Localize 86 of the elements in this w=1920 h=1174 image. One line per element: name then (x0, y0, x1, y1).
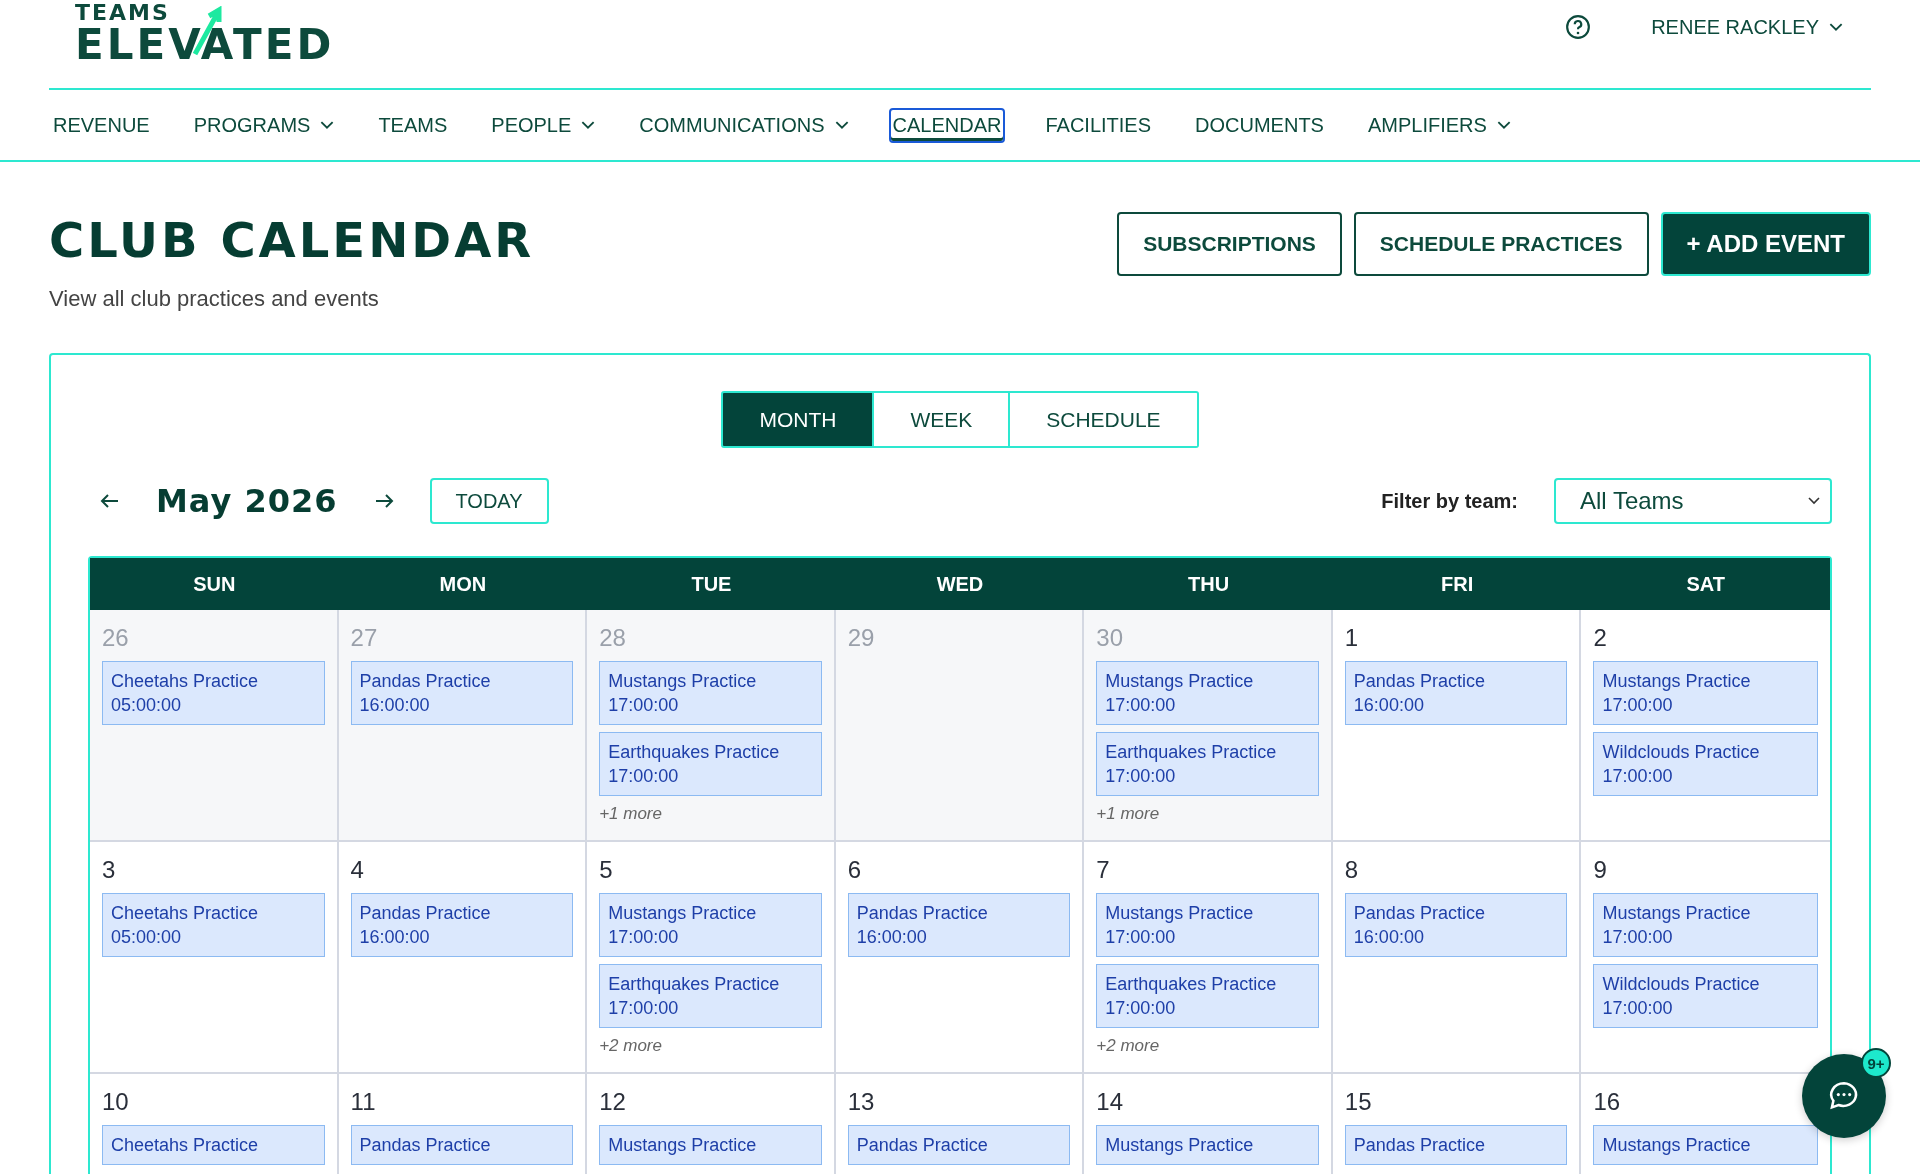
previous-arrow-icon[interactable] (100, 493, 120, 509)
event-chip[interactable]: Mustangs Practice 17:00:00 (1096, 893, 1319, 957)
event-chip[interactable]: Cheetahs Practice 05:00:00 (102, 893, 325, 957)
event-chip[interactable]: Earthquakes Practice 17:00:00 (1096, 964, 1319, 1028)
event-chip[interactable]: Wildclouds Practice 17:00:00 (1593, 732, 1818, 796)
event-chip[interactable]: Pandas Practice (1344, 1125, 1568, 1165)
event-chip[interactable]: Pandas Practice (847, 1125, 1071, 1165)
more-link[interactable]: +1 more (1096, 804, 1160, 824)
notification-badge: 9+ (1861, 1048, 1891, 1078)
event-chip[interactable]: Wildclouds Practice 17:00:00 (1593, 964, 1818, 1028)
day-number: 30 (1096, 624, 1123, 652)
month-title: May 2026 (156, 482, 338, 520)
weekday-label: MON (438, 572, 488, 596)
day-number: 29 (847, 624, 875, 652)
event-chip[interactable]: Mustangs Practice 17:00:00 (1593, 661, 1818, 725)
help-icon[interactable] (1565, 14, 1592, 40)
nav-item[interactable]: AMPLIFIERS (1363, 107, 1515, 143)
day-number: 1 (1344, 624, 1359, 652)
event-chip[interactable]: Earthquakes Practice 17:00:00 (599, 732, 822, 796)
day-number: 6 (847, 856, 862, 884)
event-chip[interactable]: Pandas Practice (350, 1125, 574, 1165)
event-chip[interactable]: Mustangs Practice 17:00:00 (599, 893, 822, 957)
event-chip[interactable]: Mustangs Practice 17:00:00 (599, 661, 822, 725)
view-tab[interactable]: SCHEDULE (1010, 391, 1199, 448)
event-chip[interactable]: Pandas Practice 16:00:00 (1344, 661, 1568, 725)
nav-item[interactable]: PEOPLE (487, 107, 600, 143)
more-link[interactable]: +2 more (599, 1036, 662, 1056)
nav-item[interactable]: COMMUNICATIONS (635, 107, 853, 143)
event-chip[interactable]: Mustangs Practice 17:00:00 (1593, 893, 1818, 957)
day-number: 9 (1593, 856, 1607, 884)
day-number: 16 (1593, 1088, 1621, 1116)
event-chip[interactable]: Earthquakes Practice 17:00:00 (599, 964, 822, 1028)
page-subtitle: View all club practices and events (49, 286, 380, 312)
more-link[interactable]: +1 more (599, 804, 662, 824)
day-number: 13 (847, 1088, 875, 1116)
weekday-label: TUE (690, 572, 733, 596)
day-number: 15 (1344, 1088, 1372, 1116)
caret-icon (1808, 497, 1820, 505)
weekday-label: SAT (1685, 572, 1726, 596)
event-chip[interactable]: Mustangs Practice (1593, 1125, 1818, 1165)
day-number: 3 (102, 856, 116, 884)
filter-label: Filter by team: (1381, 489, 1518, 513)
nav-item[interactable]: REVENUE (49, 107, 154, 143)
day-number: 12 (599, 1088, 626, 1116)
view-tab[interactable]: WEEK (874, 391, 1011, 448)
action-button[interactable]: SUBSCRIPTIONS (1117, 212, 1342, 276)
event-chip[interactable]: Earthquakes Practice 17:00:00 (1096, 732, 1319, 796)
weekday-label: SUN (192, 572, 237, 596)
nav-item[interactable]: DOCUMENTS (1191, 107, 1328, 143)
day-number: 11 (350, 1088, 376, 1116)
weekday-label: THU (1187, 572, 1231, 596)
more-link[interactable]: +2 more (1096, 1036, 1160, 1056)
day-number: 28 (599, 624, 626, 652)
caret-icon (1829, 22, 1843, 32)
nav-item[interactable]: PROGRAMS (189, 107, 339, 143)
user-menu[interactable]: RENEE RACKLEY (1651, 15, 1843, 39)
event-chip[interactable]: Cheetahs Practice 05:00:00 (102, 661, 325, 725)
action-button[interactable]: SCHEDULE PRACTICES (1353, 212, 1649, 276)
event-chip[interactable]: Pandas Practice 16:00:00 (350, 893, 574, 957)
page-title: CLUB CALENDAR (49, 212, 535, 268)
event-chip[interactable]: Pandas Practice 16:00:00 (350, 661, 574, 725)
view-tab[interactable]: MONTH (721, 391, 875, 448)
nav-item[interactable]: CALENDAR (888, 107, 1006, 143)
day-number: 7 (1096, 856, 1110, 884)
day-number: 2 (1593, 624, 1607, 652)
day-number: 8 (1344, 856, 1359, 884)
nav-item[interactable]: TEAMS (374, 107, 452, 143)
today-button[interactable]: TODAY (429, 478, 549, 524)
event-chip[interactable]: Mustangs Practice 17:00:00 (1096, 661, 1319, 725)
day-number: 5 (599, 856, 613, 884)
day-number: 4 (350, 856, 364, 884)
day-number: 10 (102, 1088, 129, 1116)
day-number: 14 (1096, 1088, 1123, 1116)
add-event-button[interactable]: + ADD EVENT (1660, 212, 1871, 276)
event-chip[interactable]: Mustangs Practice (1096, 1125, 1319, 1165)
weekday-label: WED (935, 572, 985, 596)
event-chip[interactable]: Mustangs Practice (599, 1125, 822, 1165)
day-number: 27 (350, 624, 378, 652)
weekday-label: FRI (1440, 572, 1475, 596)
team-select[interactable]: All Teams (1554, 478, 1832, 524)
nav-item[interactable]: FACILITIES (1041, 107, 1156, 143)
day-number: 26 (102, 624, 129, 652)
event-chip[interactable]: Cheetahs Practice (102, 1125, 325, 1165)
next-arrow-icon[interactable] (373, 493, 394, 509)
event-chip[interactable]: Pandas Practice 16:00:00 (1344, 893, 1568, 957)
event-chip[interactable]: Pandas Practice 16:00:00 (847, 893, 1071, 957)
